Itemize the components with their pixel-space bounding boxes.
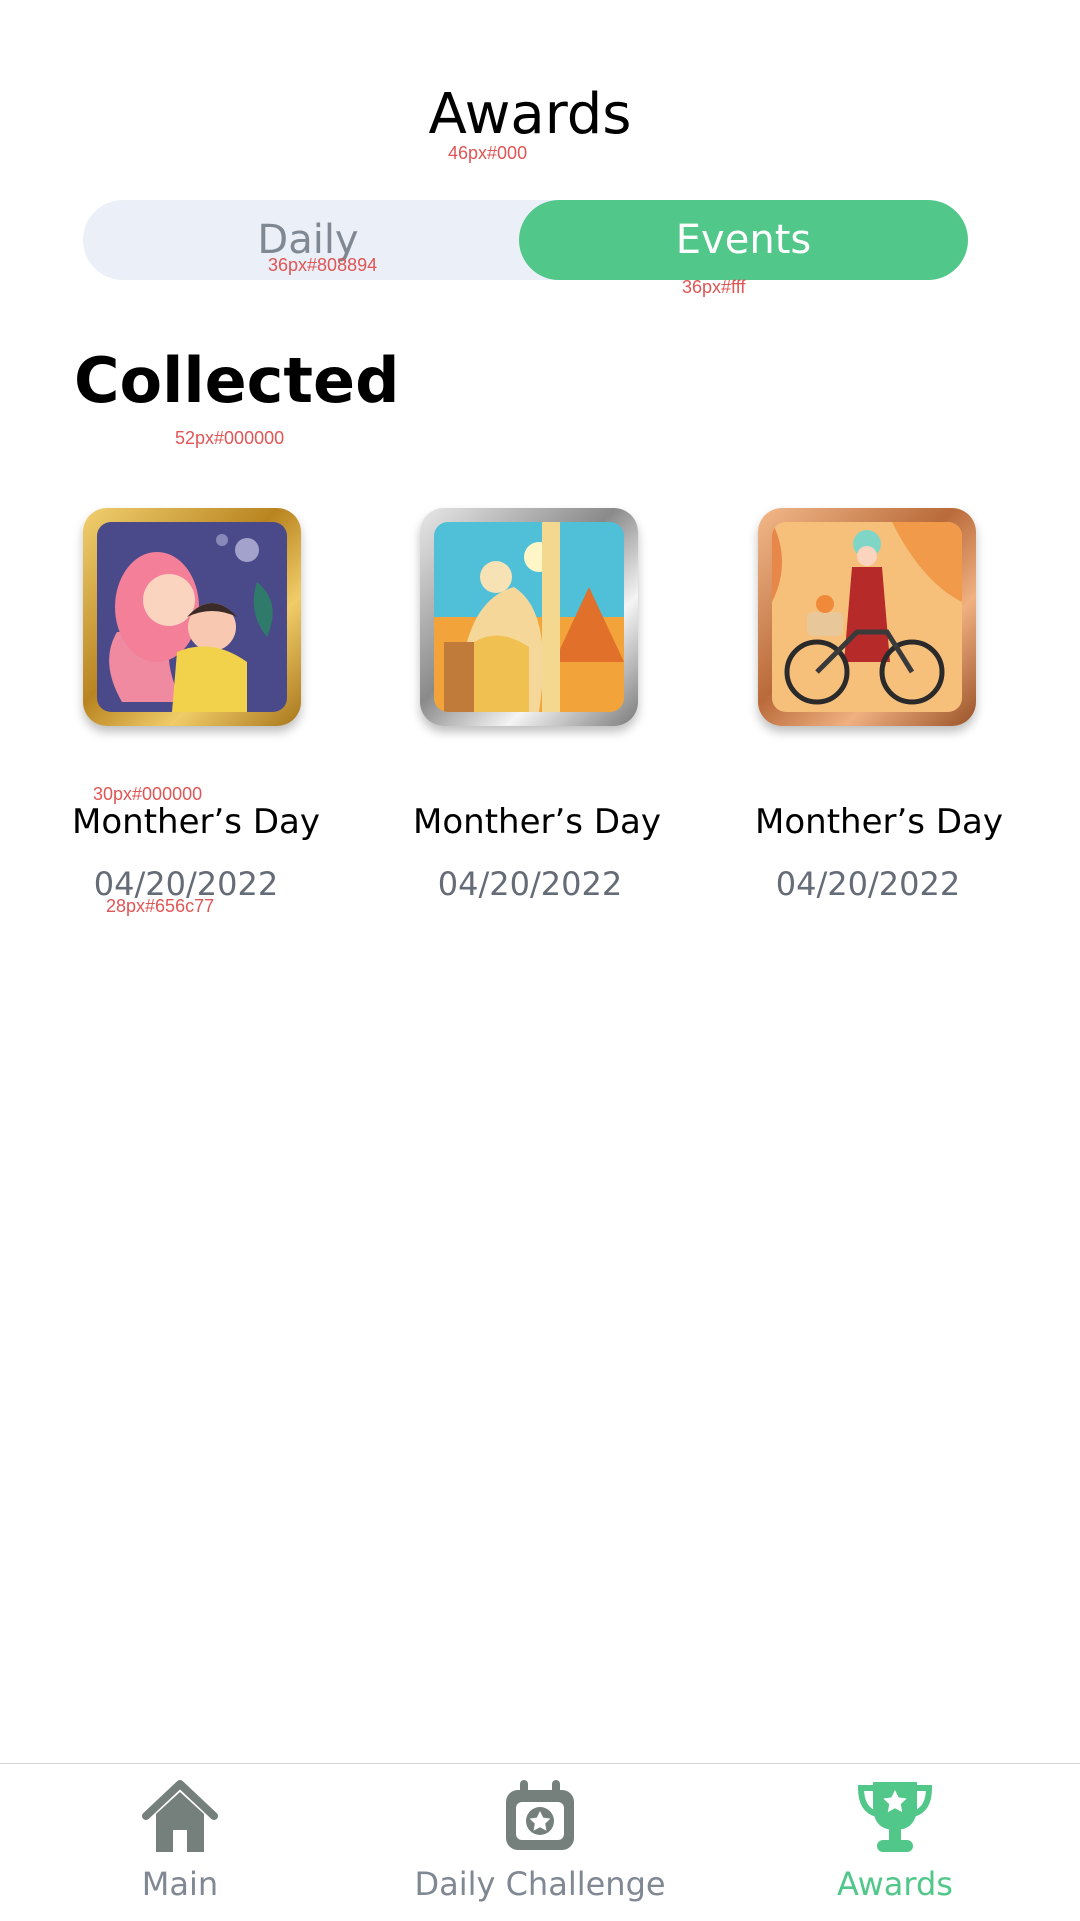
award-illustration — [97, 522, 287, 712]
award-badge-mothers-day-bronze[interactable] — [758, 508, 976, 726]
tab-events[interactable]: Events — [519, 200, 968, 280]
calendar-star-icon — [500, 1776, 580, 1856]
section-spec-note: 52px#000000 — [175, 428, 285, 448]
award-date: 04/20/2022 — [775, 865, 961, 903]
award-badge-mothers-day-gold[interactable] — [83, 508, 301, 726]
award-date: 04/20/2022 — [437, 865, 623, 903]
award-name: Monther’s Day — [755, 802, 1003, 842]
tab-label: Awards — [837, 1865, 953, 1903]
daily-spec-note: 36px#808894 — [268, 255, 378, 275]
tab-main[interactable]: Main — [30, 1764, 330, 1921]
award-illustration — [772, 522, 962, 712]
home-icon — [140, 1776, 220, 1856]
award-name: Monther’s Day — [413, 802, 661, 842]
segmented-control: Daily Events — [83, 200, 968, 280]
award-date-spec-note: 28px#656c77 — [106, 896, 215, 916]
award-name: Monther’s Day — [72, 802, 320, 842]
page-title: Awards — [428, 82, 632, 147]
tab-awards[interactable]: Awards — [745, 1764, 1045, 1921]
tab-label: Main — [141, 1865, 219, 1903]
tab-label: Daily Challenge — [414, 1865, 666, 1903]
award-badge-mothers-day-silver[interactable] — [420, 508, 638, 726]
section-title: Collected — [74, 344, 400, 417]
bottom-tab-bar: Main Daily Challenge Awards — [0, 1763, 1080, 1921]
title-spec-note: 46px#000 — [448, 143, 528, 163]
award-illustration — [434, 522, 624, 712]
events-spec-note: 36px#fff — [682, 277, 746, 297]
tab-daily-challenge[interactable]: Daily Challenge — [390, 1764, 690, 1921]
trophy-icon — [855, 1776, 935, 1856]
